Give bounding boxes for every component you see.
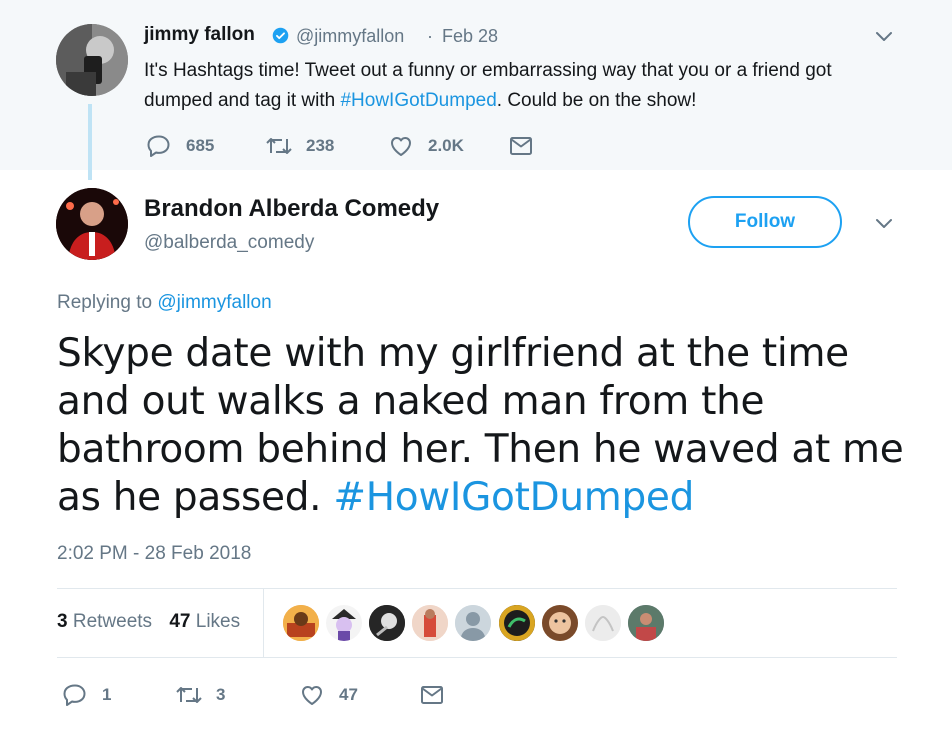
- likes-stat-count: 47: [169, 611, 191, 632]
- retweets-stat-count: 3: [57, 611, 68, 632]
- heart-icon: [302, 686, 322, 705]
- thread-connector-line: [88, 104, 92, 180]
- divider: [57, 588, 897, 589]
- liker-avatar[interactable]: [498, 604, 536, 642]
- reply-author-name[interactable]: Brandon Alberda Comedy: [144, 195, 439, 223]
- likes-stat[interactable]: 47 Likes: [169, 611, 240, 632]
- reply-author-handle[interactable]: @balberda_comedy: [144, 232, 314, 254]
- author-handle[interactable]: @jimmyfallon: [296, 26, 404, 47]
- liker-avatar[interactable]: [368, 604, 406, 642]
- parent-tweet: jimmy fallon @jimmyfallon · Feb 28 It's …: [0, 0, 952, 170]
- like-button[interactable]: 47: [299, 682, 358, 708]
- retweets-stat[interactable]: 3 Retweets: [57, 611, 152, 632]
- chevron-down-icon[interactable]: [874, 30, 894, 44]
- hashtag-link[interactable]: #HowIGotDumped: [340, 90, 496, 111]
- avatar-jimmy-fallon[interactable]: [56, 24, 128, 96]
- follow-button[interactable]: Follow: [688, 196, 842, 248]
- retweet-button[interactable]: 3: [174, 682, 225, 708]
- tweet-timestamp[interactable]: 2:02 PM - 28 Feb 2018: [57, 543, 251, 565]
- liker-avatar[interactable]: [411, 604, 449, 642]
- liker-avatar[interactable]: [627, 604, 665, 642]
- replying-to: Replying to @jimmyfallon: [57, 292, 272, 314]
- envelope-icon: [510, 137, 532, 155]
- direct-message-button[interactable]: [508, 133, 534, 159]
- reply-button[interactable]: 685: [146, 133, 214, 159]
- like-count: 2.0K: [428, 136, 464, 155]
- hashtag-link[interactable]: #HowIGotDumped: [333, 475, 694, 520]
- reply-count: 1: [102, 685, 112, 704]
- envelope-icon: [421, 686, 443, 704]
- divider: [57, 657, 897, 658]
- liker-avatar[interactable]: [282, 604, 320, 642]
- verified-badge-icon: [272, 27, 289, 44]
- direct-message-button[interactable]: [419, 682, 445, 708]
- avatar-brandon-alberda[interactable]: [56, 188, 128, 260]
- heart-icon: [391, 137, 411, 156]
- retweet-count: 3: [216, 685, 226, 704]
- liker-avatar[interactable]: [325, 604, 363, 642]
- replying-to-link[interactable]: @jimmyfallon: [157, 292, 271, 313]
- engagement-stats: 3 Retweets 47 Likes: [57, 611, 240, 633]
- reply-count: 685: [186, 136, 215, 155]
- tweet-text-part: . Could be on the show!: [496, 90, 697, 111]
- author-name[interactable]: jimmy fallon: [144, 24, 255, 46]
- retweets-stat-label: Retweets: [72, 611, 153, 632]
- divider: [263, 589, 264, 657]
- retweet-arrows-icon: [266, 138, 292, 154]
- liker-avatar[interactable]: [584, 604, 622, 642]
- reply-tweet-text: Skype date with my girlfriend at the tim…: [57, 330, 917, 522]
- retweet-arrows-icon: [176, 687, 202, 703]
- replying-prefix: Replying to: [57, 292, 158, 313]
- liker-avatar[interactable]: [454, 604, 492, 642]
- separator-dot: ·: [427, 26, 433, 46]
- likes-stat-label: Likes: [195, 611, 241, 632]
- liker-avatar[interactable]: [541, 604, 579, 642]
- like-button[interactable]: 2.0K: [388, 133, 464, 159]
- speech-bubble-icon: [63, 684, 86, 706]
- tweet-date[interactable]: Feb 28: [442, 26, 498, 47]
- retweet-button[interactable]: 238: [264, 133, 334, 159]
- chevron-down-icon[interactable]: [874, 217, 894, 231]
- reply-button[interactable]: 1: [62, 682, 111, 708]
- speech-bubble-icon: [147, 135, 170, 157]
- like-count: 47: [339, 685, 358, 704]
- retweet-count: 238: [306, 136, 335, 155]
- tweet-text: It's Hashtags time! Tweet out a funny or…: [144, 56, 904, 116]
